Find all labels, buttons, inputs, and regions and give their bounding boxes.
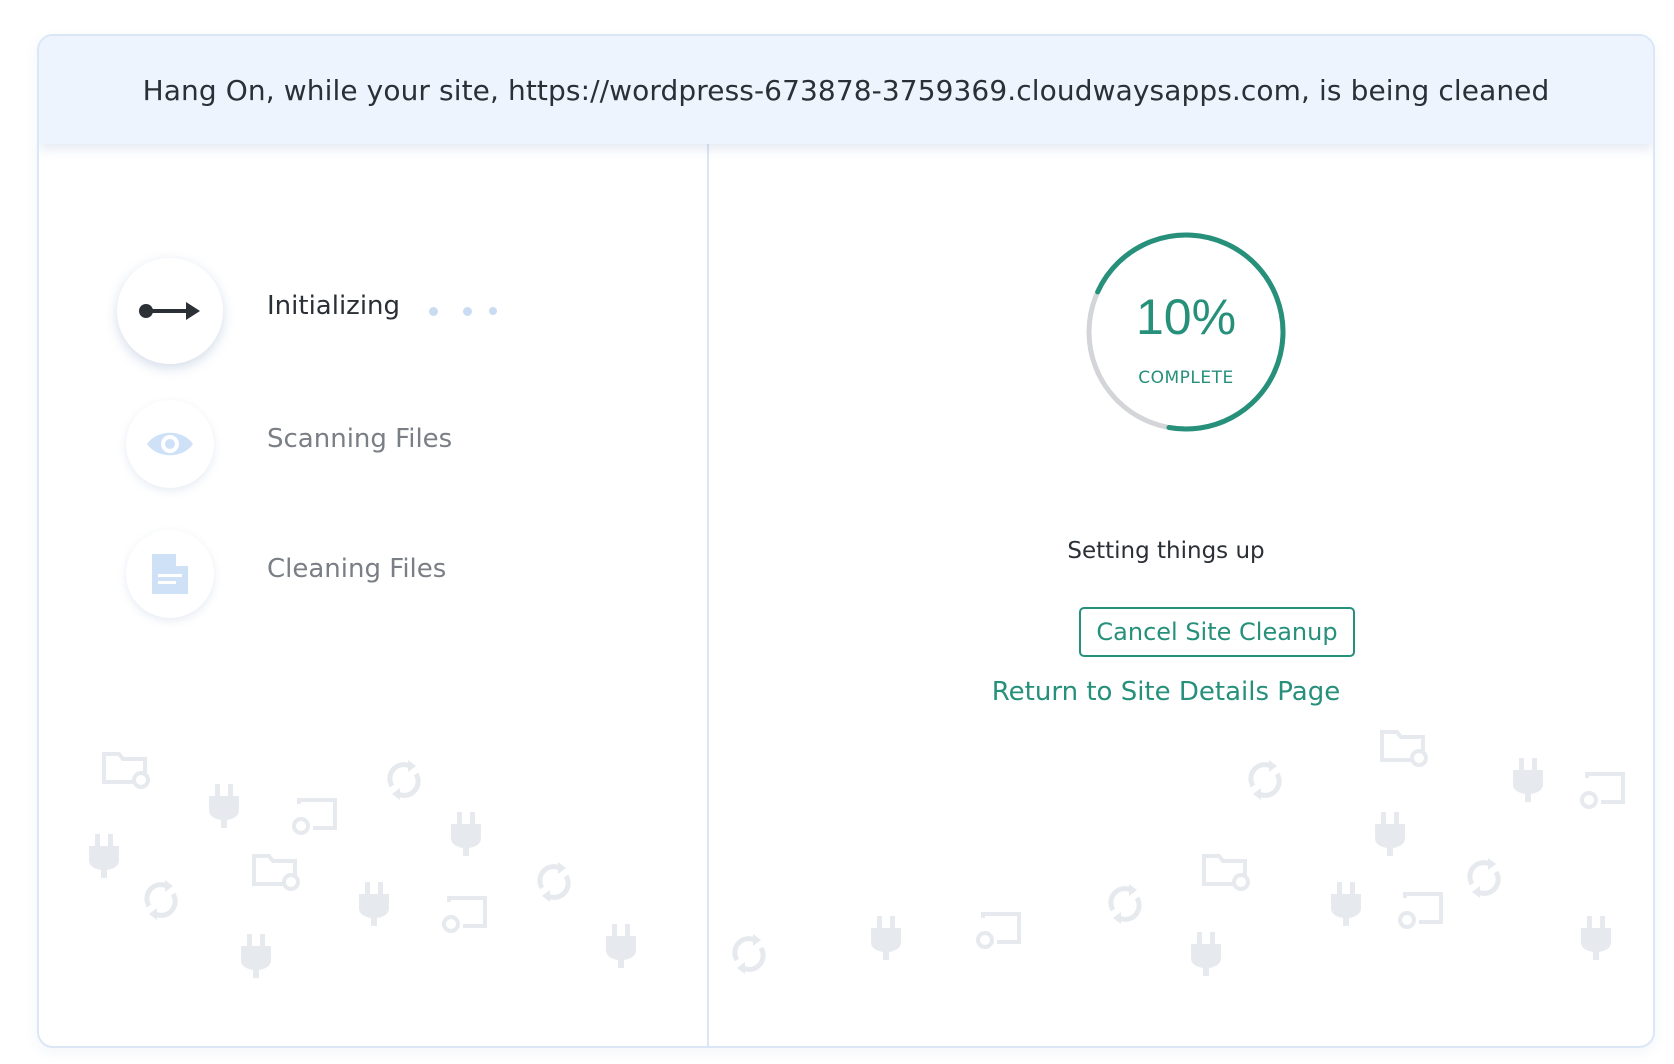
sync-icon [141,878,181,926]
sync-icon [534,860,574,908]
sync-icon [1464,856,1504,904]
sync-icon [729,932,769,980]
plug-icon [239,934,273,982]
folder-sync-icon [251,850,301,896]
loading-dot [463,307,472,316]
cancel-site-cleanup-button[interactable]: Cancel Site Cleanup [1079,607,1355,657]
progress-subtitle: COMPLETE [1138,368,1234,388]
sync-icon [1245,758,1285,806]
step-circle-initializing [117,258,223,364]
plug-icon [1579,916,1613,964]
banner-title: Hang On, while your site, https://wordpr… [142,73,1550,107]
plug-icon [449,812,483,860]
plug-icon [1373,812,1407,860]
cleanup-card: Hang On, while your site, https://wordpr… [37,34,1655,1048]
screen-sync-icon [973,908,1023,954]
plug-icon [1329,882,1363,930]
banner: Hang On, while your site, https://wordpr… [39,36,1653,144]
screen-sync-icon [289,794,339,840]
loading-dot [489,307,497,315]
screen-sync-icon [1395,888,1445,934]
sync-icon [1105,882,1145,930]
plug-icon [1511,758,1545,806]
plug-icon [1189,932,1223,980]
loading-dot [429,307,438,316]
screen-sync-icon [439,892,489,938]
folder-sync-icon [1379,726,1429,772]
return-to-site-details-link[interactable]: Return to Site Details Page [939,677,1393,707]
sync-icon [384,758,424,806]
eye-icon [147,432,193,456]
step-circle-cleaning [126,530,214,618]
step-label-initializing: Initializing [267,291,401,321]
arrow-right-icon [139,302,200,320]
step-circle-scanning [126,400,214,488]
plug-icon [604,924,638,972]
step-label-scanning: Scanning Files [267,424,453,454]
plug-icon [357,882,391,930]
pane-divider [707,144,709,1046]
progress-percent: 10% [1135,289,1237,345]
step-label-cleaning: Cleaning Files [267,554,447,584]
status-text: Setting things up [1067,538,1265,564]
plug-icon [207,784,241,832]
plug-icon [869,916,903,964]
screen-sync-icon [1577,768,1627,814]
folder-sync-icon [1201,850,1251,896]
progress-ring: 10% COMPLETE [1082,228,1290,436]
folder-sync-icon [101,748,151,794]
plug-icon [87,834,121,882]
document-icon [152,554,188,594]
